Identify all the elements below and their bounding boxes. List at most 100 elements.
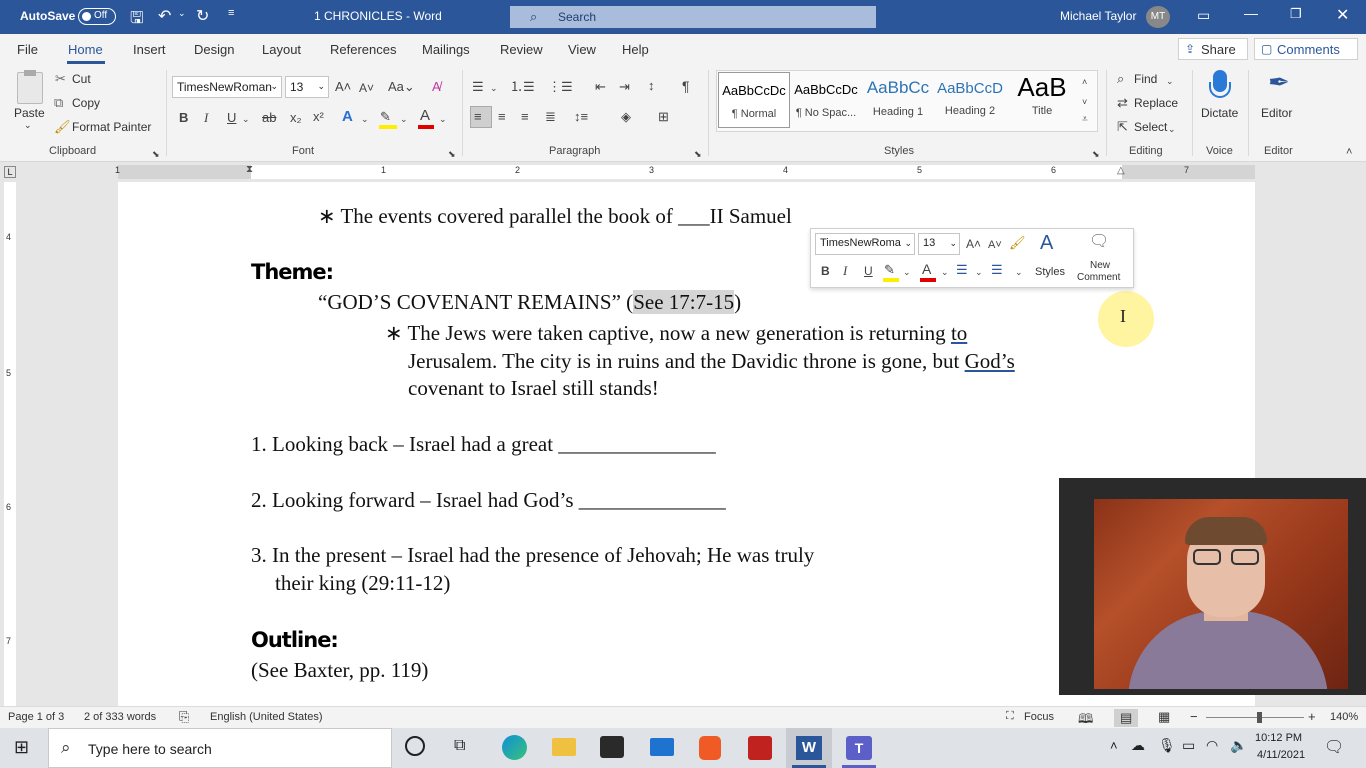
restore-icon[interactable]: ❐ [1290,6,1302,22]
cortana-icon[interactable] [405,736,425,756]
undo-dropdown-icon[interactable]: ⌄ [178,8,186,19]
clear-formatting-icon[interactable]: A̸ [432,79,441,95]
print-layout-button[interactable]: ▤ [1114,709,1138,727]
paste-button[interactable]: Paste ⌄ [8,70,50,134]
right-indent-marker-icon[interactable]: △ [1117,165,1125,176]
tab-review[interactable]: Review [500,42,543,57]
sort-icon[interactable]: ↕ [648,78,655,94]
styles-scroll-up-icon[interactable]: ˄ [1082,74,1087,90]
copy-button[interactable]: Copy [72,96,100,110]
redo-icon[interactable]: ↻ [196,6,209,26]
zoom-slider-thumb[interactable] [1257,712,1262,723]
tab-help[interactable]: Help [622,42,649,57]
shading-icon[interactable]: ◈ [621,109,631,125]
user-avatar[interactable]: MT [1146,6,1170,28]
events-line[interactable]: ∗ The events covered parallel the book o… [318,204,792,229]
find-button[interactable]: Find [1134,72,1157,86]
comments-button[interactable]: ▢ Comments [1254,38,1358,60]
chevron-down-icon[interactable]: ⌄ [1168,121,1176,137]
mini-numbering-icon[interactable]: ☰ [991,262,1003,278]
wifi-icon[interactable]: ◠ [1206,737,1218,754]
increase-indent-icon[interactable]: ⇥ [619,79,630,95]
focus-button[interactable]: Focus [1024,711,1054,723]
web-layout-icon[interactable]: ▦ [1158,709,1170,725]
highlight-icon[interactable]: ✎ [380,109,391,125]
minimize-icon[interactable]: — [1244,5,1258,21]
show-hidden-icons-icon[interactable]: ˄ [1110,738,1118,753]
superscript-icon[interactable]: x² [313,109,324,125]
chevron-down-icon[interactable]: ⌄ [242,111,250,127]
battery-icon[interactable]: ▭ [1182,737,1195,754]
ribbon-display-icon[interactable]: ▭ [1197,7,1210,24]
clipboard-launcher-icon[interactable]: ⬊ [152,146,160,162]
chevron-down-icon[interactable]: ⌄ [1015,264,1023,280]
shrink-font-icon[interactable]: A˅ [359,80,374,96]
store-icon[interactable] [600,736,624,758]
windows-start-icon[interactable]: ⊞ [14,737,29,758]
align-center-icon[interactable]: ≡ [498,109,506,125]
tab-layout[interactable]: Layout [262,42,301,57]
chevron-down-icon[interactable]: ⌄ [975,264,983,280]
indent-marker-icon[interactable]: ⧗ [246,164,253,175]
font-launcher-icon[interactable]: ⬊ [448,146,456,162]
chevron-down-icon[interactable]: ⌄ [490,80,498,96]
clock-date[interactable]: 4/11/2021 [1257,749,1305,761]
font-size-select[interactable]: 13 ⌄ [285,76,329,98]
justify-icon[interactable]: ≣ [545,109,556,125]
styles-scroll-down-icon[interactable]: ˅ [1082,94,1087,110]
cut-button[interactable]: Cut [72,72,91,86]
chevron-down-icon[interactable]: ⌄ [1166,73,1174,89]
decrease-indent-icon[interactable]: ⇤ [595,79,606,95]
theme-heading[interactable]: Theme: [251,260,334,284]
borders-icon[interactable]: ⊞ [658,109,669,125]
find-icon[interactable]: ⌕ [1117,71,1124,87]
tab-design[interactable]: Design [194,42,234,57]
undo-icon[interactable]: ↶ [158,6,171,26]
word-taskbar-button[interactable]: W [786,728,832,768]
chevron-down-icon[interactable]: ⌄ [400,111,408,127]
grow-font-icon[interactable]: A˄ [335,79,351,95]
search-box[interactable]: ⌕ Search [510,6,876,28]
tab-view[interactable]: View [568,42,596,57]
new-comment-icon[interactable]: 🗨 [1089,234,1109,250]
style-no-spacing[interactable]: AaBbCcDc ¶ No Spac... [790,72,862,128]
teams-taskbar-button[interactable]: T [836,728,882,768]
zoom-level[interactable]: 140% [1330,711,1358,723]
notifications-icon[interactable]: 🗨 [1324,737,1344,757]
save-icon[interactable]: 🖫 [130,7,144,34]
word-count[interactable]: 2 of 333 words [84,711,156,723]
autosave-toggle[interactable]: Off [78,8,116,25]
share-button[interactable]: ⇪ Share [1178,38,1248,60]
proofing-icon[interactable]: ⎘ [179,709,189,725]
outline-heading[interactable]: Outline: [251,628,339,652]
webcam-overlay[interactable] [1059,478,1366,695]
list-item-3[interactable]: 3. In the present – Israel had the prese… [251,543,814,568]
underline-icon[interactable]: U [227,110,236,126]
mini-italic-icon[interactable]: I [843,263,847,279]
list-item-3-cont[interactable]: their king (29:11-12) [275,571,450,596]
mini-font-select[interactable]: TimesNewRoma ⌄ [815,233,915,255]
zoom-in-icon[interactable]: + [1308,709,1316,724]
select-icon[interactable]: ⇱ [1117,119,1128,135]
new-comment-label-2[interactable]: Comment [1077,272,1120,283]
theme-line[interactable]: “GOD’S COVENANT REMAINS” (See 17:7-15) [318,290,741,315]
styles-icon[interactable]: A [1040,233,1053,253]
chevron-down-icon[interactable]: ⌄ [941,264,949,280]
styles-launcher-icon[interactable]: ⬊ [1092,146,1100,162]
taskbar-search[interactable]: ⌕ Type here to search [48,728,392,768]
select-button[interactable]: Select [1134,120,1167,134]
align-right-icon[interactable]: ≡ [521,109,529,125]
tab-mailings[interactable]: Mailings [422,42,470,57]
font-color-icon[interactable]: A [420,108,430,124]
copy-icon[interactable]: ⧉ [54,95,63,111]
numbering-icon[interactable]: ⒈☰ [510,79,535,95]
mini-bold-icon[interactable]: B [821,263,830,279]
outline-line[interactable]: (See Baxter, pp. 119) [251,658,428,683]
zoom-out-icon[interactable]: − [1190,709,1198,724]
file-explorer-icon[interactable] [552,738,576,756]
bold-icon[interactable]: B [179,110,188,126]
strikethrough-icon[interactable]: ab [262,110,276,126]
styles-more-icon[interactable]: ⩡ [1082,112,1088,128]
chevron-down-icon[interactable]: ⌄ [903,264,911,280]
style-title[interactable]: AaB Title [1006,72,1078,128]
